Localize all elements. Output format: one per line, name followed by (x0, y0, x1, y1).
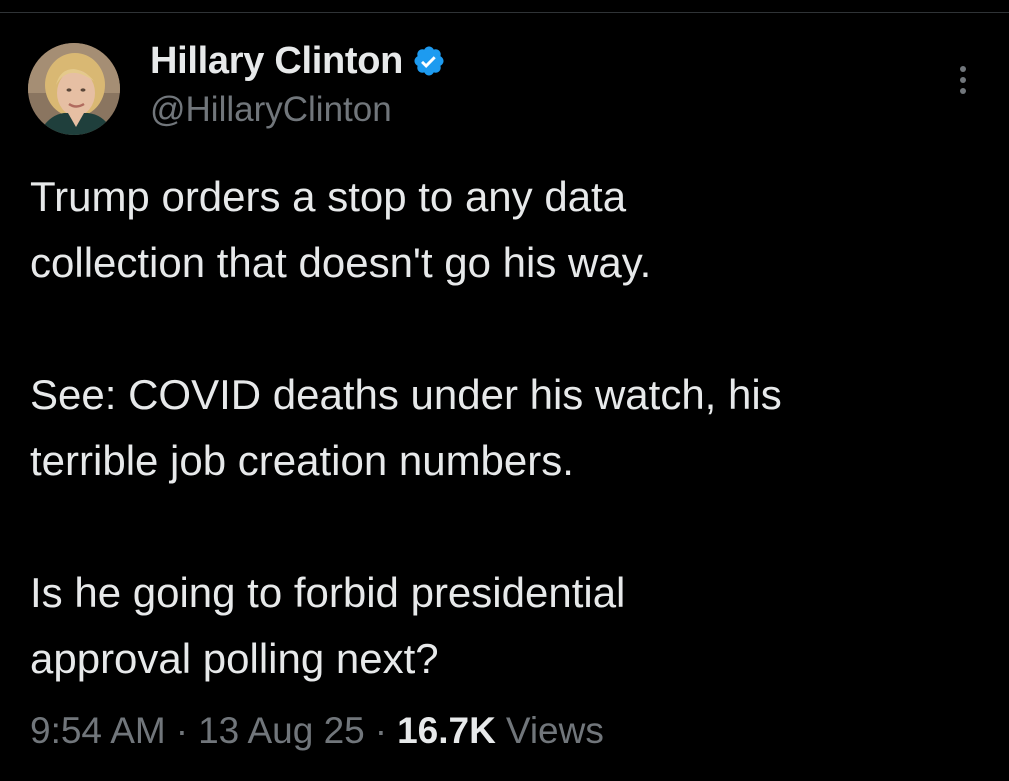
tweet-paragraph: Trump orders a stop to any data collecti… (30, 164, 980, 296)
tweet-time[interactable]: 9:54 AM (30, 710, 166, 751)
tweet-date[interactable]: 13 Aug 25 (198, 710, 365, 751)
tweet-text-line: Is he going to forbid presidential (30, 569, 626, 616)
views-count: 16.7K (397, 710, 496, 751)
more-dot (960, 77, 966, 83)
tweet-text-line: terrible job creation numbers. (30, 437, 574, 484)
verified-badge-icon (414, 46, 444, 76)
tweet-text-line: collection that doesn't go his way. (30, 239, 652, 286)
views-label: Views (505, 710, 604, 751)
meta-separator: · (374, 710, 388, 751)
meta-separator: · (175, 710, 189, 751)
tweet-text-line: Trump orders a stop to any data (30, 173, 627, 220)
tweet-text-line: See: COVID deaths under his watch, his (30, 371, 782, 418)
more-dot (960, 66, 966, 72)
tweet-meta: 9:54 AM · 13 Aug 25 · 16.7K Views (30, 706, 604, 756)
author-name-row[interactable]: Hillary Clinton (150, 36, 446, 86)
more-options-icon[interactable] (952, 62, 976, 98)
avatar-image (28, 43, 120, 135)
tweet-text: Trump orders a stop to any data collecti… (30, 164, 980, 692)
more-dot (960, 88, 966, 94)
avatar[interactable] (28, 43, 120, 135)
top-divider (0, 12, 1009, 13)
author-display-name[interactable]: Hillary Clinton (150, 40, 403, 83)
tweet-text-line: approval polling next? (30, 635, 439, 682)
author-handle[interactable]: @HillaryClinton (150, 90, 392, 130)
tweet-paragraph: Is he going to forbid presidential appro… (30, 560, 980, 692)
tweet-paragraph: See: COVID deaths under his watch, his t… (30, 362, 980, 494)
